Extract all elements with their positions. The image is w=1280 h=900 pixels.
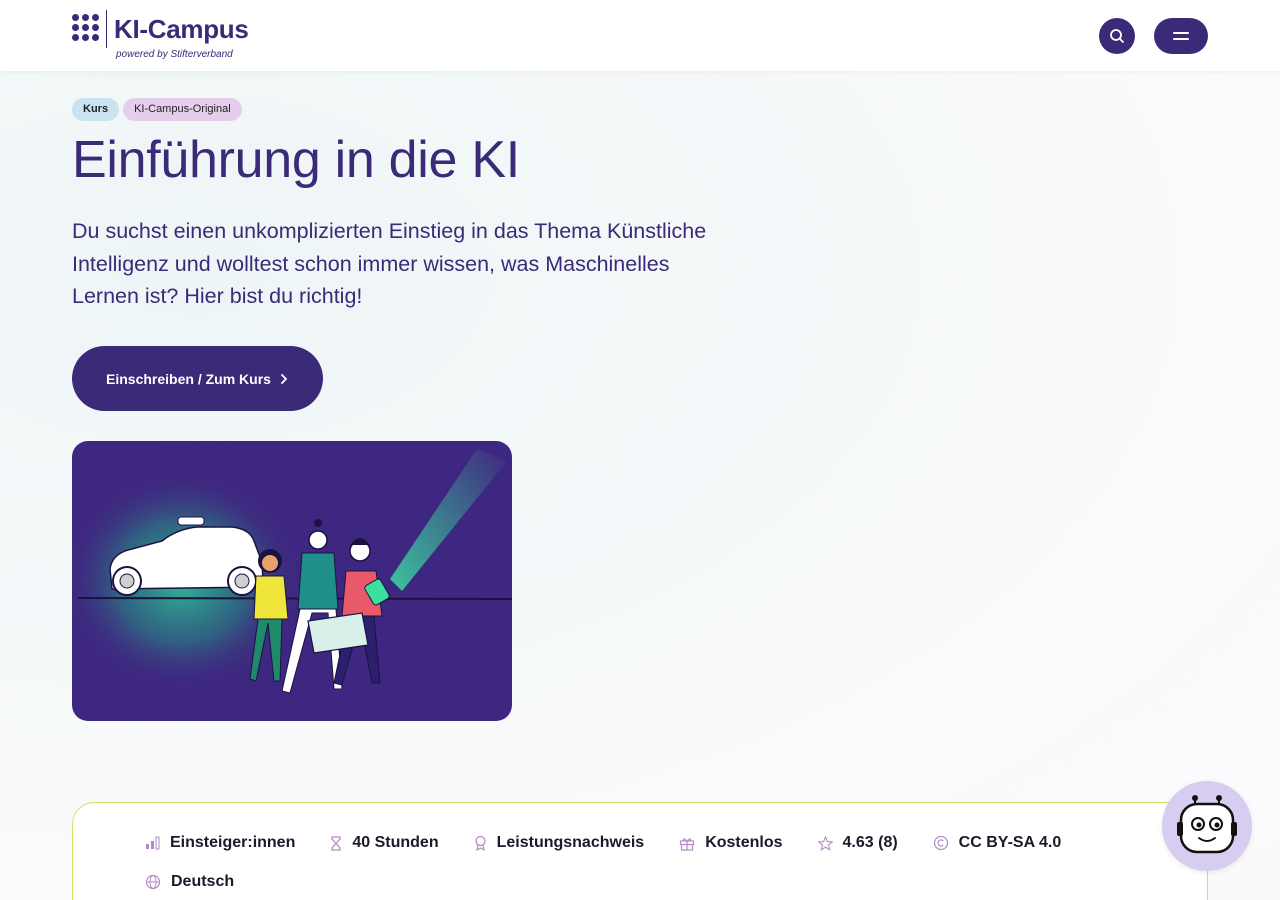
fact-language: Deutsch [145, 873, 234, 891]
chatbot-button[interactable] [1162, 781, 1252, 871]
robot-icon [1177, 795, 1237, 854]
logo-dots-icon [72, 14, 100, 44]
menu-icon [1173, 32, 1189, 40]
search-button[interactable] [1099, 18, 1135, 54]
fact-rating-label: 4.63 (8) [842, 834, 898, 851]
logo-title: KI-Campus [114, 14, 249, 44]
badge-ki-campus-original: KI-Campus-Original [123, 98, 242, 121]
fact-license-label: CC BY-SA 4.0 [958, 834, 1062, 851]
fact-level-label: Einsteiger:innen [170, 834, 296, 851]
fact-rating[interactable]: 4.63 (8) [817, 834, 898, 852]
enroll-button[interactable]: Einschreiben / Zum Kurs [72, 346, 323, 411]
fact-certificate-label: Leistungsnachweis [496, 834, 645, 851]
gift-icon [680, 837, 695, 851]
fact-license[interactable]: CC BY-SA 4.0 [933, 834, 1062, 852]
fact-level: Einsteiger:innen [145, 834, 295, 852]
star-icon [817, 835, 833, 851]
fact-price-label: Kostenlos [705, 834, 783, 851]
ki-campus-logo[interactable]: KI-Campus powered by Stifterverband [72, 10, 272, 64]
fact-duration-label: 40 Stunden [352, 834, 439, 851]
badge-kurs: Kurs [72, 98, 120, 121]
level-bars-icon [146, 836, 160, 850]
fact-price: Kostenlos [679, 834, 783, 852]
fact-language-label: Deutsch [171, 873, 235, 890]
site-header: KI-Campus powered by Stifterverband [0, 0, 1280, 71]
fact-duration: 40 Stunden [330, 834, 439, 852]
course-info-card: Einsteiger:innen 40 Stunden Leistungsnac… [72, 802, 1208, 900]
course-hero-image [72, 441, 512, 721]
fact-certificate: Leistungsnachweis [474, 834, 645, 852]
course-badges: Kurs KI-Campus-Original [72, 98, 242, 121]
enroll-button-label: Einschreiben / Zum Kurs [106, 370, 271, 387]
hourglass-icon [331, 835, 342, 851]
logo-divider [106, 10, 107, 48]
menu-button[interactable] [1154, 18, 1208, 54]
copyright-icon [933, 835, 948, 851]
course-facts-row: Einsteiger:innen 40 Stunden Leistungsnac… [145, 834, 1096, 852]
chevron-right-icon [281, 373, 287, 384]
search-icon [1110, 29, 1124, 43]
globe-icon [145, 874, 161, 890]
award-icon [474, 835, 486, 851]
hero-illustration [72, 449, 512, 694]
course-facts-row-2: Deutsch [145, 873, 269, 891]
course-description: Du suchst einen unkomplizierten Einstieg… [72, 219, 707, 308]
logo-subtitle: powered by Stifterverband [116, 49, 233, 60]
page-title: Einführung in die KI [72, 131, 520, 189]
